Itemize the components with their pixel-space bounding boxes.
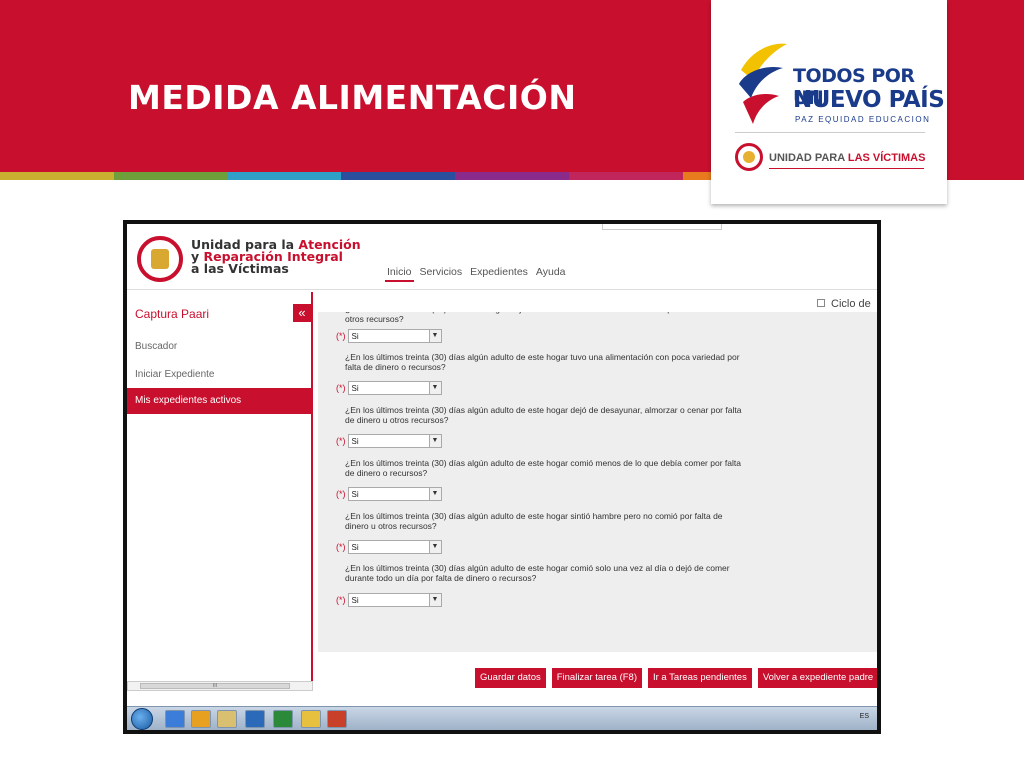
answer-select-3[interactable]: Si ▼ <box>347 434 442 448</box>
action-buttons: Guardar datos Finalizar tarea (F8) Ir a … <box>475 668 877 688</box>
slide: MEDIDA ALIMENTACIÓN TODOS POR UN NUEVO P… <box>0 0 1024 768</box>
sidebar-item-buscador[interactable]: Buscador <box>127 334 311 360</box>
question-1: ¿En los últimos treinta (30) días este h… <box>345 312 743 324</box>
select-value: Si <box>351 437 359 446</box>
media-player-icon[interactable] <box>191 710 211 728</box>
windows-taskbar: ES <box>127 706 877 730</box>
ciclo-link[interactable]: Ciclo de <box>817 298 871 310</box>
unidad-logo-text: UNIDAD PARA LAS VÍCTIMAS <box>769 152 925 164</box>
nav-inicio[interactable]: Inicio <box>385 266 414 282</box>
flag-swoosh-logo <box>739 43 787 124</box>
coat-of-arms-icon <box>137 236 183 282</box>
chevron-down-icon: ▼ <box>428 382 441 394</box>
answer-row-3: (*) Si ▼ <box>336 434 442 448</box>
unidad-bold: LAS VÍCTIMAS <box>847 152 926 164</box>
finish-task-button[interactable]: Finalizar tarea (F8) <box>551 668 642 688</box>
explorer-icon[interactable] <box>217 710 237 728</box>
logo-tagline: PAZ EQUIDAD EDUCACION <box>795 115 931 124</box>
system-tray: ES <box>859 713 869 720</box>
divider <box>735 132 925 133</box>
unidad-prefix: UNIDAD PARA <box>769 152 848 164</box>
tree-icon <box>817 299 825 307</box>
question-4: ¿En los últimos treinta (30) días algún … <box>345 458 741 478</box>
stripe-segment <box>113 172 228 180</box>
sidebar-header: Captura Paari « <box>127 304 313 326</box>
answer-select-2[interactable]: Si ▼ <box>347 381 442 395</box>
required-mark: (*) <box>336 331 346 341</box>
answer-row-6: (*) Si ▼ <box>336 593 442 607</box>
select-value: Si <box>351 596 359 605</box>
select-value: Si <box>351 332 359 341</box>
excel-icon[interactable] <box>273 710 293 728</box>
ciclo-label: Ciclo de <box>831 298 871 310</box>
back-to-parent-button[interactable]: Volver a expediente padre <box>757 668 877 688</box>
answer-row-1: (*) Si ▼ <box>336 329 442 343</box>
outlook-icon[interactable] <box>245 710 265 728</box>
required-mark: (*) <box>336 383 346 393</box>
answer-select-6[interactable]: Si ▼ <box>347 593 442 607</box>
screenshot-frame: Unidad para la Atención y Reparación Int… <box>123 220 881 734</box>
ie-icon[interactable] <box>165 710 185 728</box>
unidad-seal-icon <box>735 143 763 171</box>
required-mark: (*) <box>336 436 346 446</box>
logo-card: TODOS POR UN NUEVO PAÍS PAZ EQUIDAD EDUC… <box>711 0 947 204</box>
stripe-segment <box>227 172 342 180</box>
pending-tasks-button[interactable]: Ir a Tareas pendientes <box>647 668 752 688</box>
select-value: Si <box>351 490 359 499</box>
question-3: ¿En los últimos treinta (30) días algún … <box>345 405 742 425</box>
required-mark: (*) <box>336 595 346 605</box>
chevron-down-icon: ▼ <box>428 435 441 447</box>
answer-select-1[interactable]: Si ▼ <box>347 329 442 343</box>
select-value: Si <box>351 543 359 552</box>
main-nav: Inicio Servicios Expedientes Ayuda <box>385 266 568 282</box>
chevron-down-icon: ▼ <box>428 594 441 606</box>
org-name: Unidad para la Atención y Reparación Int… <box>191 238 361 276</box>
stripe-segment <box>341 172 456 180</box>
answer-row-4: (*) Si ▼ <box>336 487 442 501</box>
save-button[interactable]: Guardar datos <box>475 668 546 688</box>
top-tab <box>602 224 722 230</box>
chevron-down-icon: ▼ <box>428 488 441 500</box>
main-content: Ciclo de ¿En los últimos treinta (30) dí… <box>315 292 877 690</box>
stripe-segment <box>455 172 569 180</box>
start-button[interactable] <box>131 708 153 730</box>
collapse-sidebar-button[interactable]: « <box>293 304 311 322</box>
answer-select-4[interactable]: Si ▼ <box>347 487 442 501</box>
sidebar: Captura Paari « Buscador Iniciar Expedie… <box>127 292 313 690</box>
sidebar-item-iniciar-expediente[interactable]: Iniciar Expediente <box>127 362 311 388</box>
nav-ayuda[interactable]: Ayuda <box>534 266 568 282</box>
required-mark: (*) <box>336 542 346 552</box>
sidebar-item-mis-expedientes[interactable]: Mis expedientes activos <box>127 388 311 414</box>
sidebar-title: Captura Paari <box>135 307 210 321</box>
horizontal-scrollbar[interactable]: III <box>127 681 313 691</box>
question-6: ¿En los últimos treinta (30) días algún … <box>345 563 730 583</box>
nav-servicios[interactable]: Servicios <box>418 266 465 282</box>
stripe-segment <box>568 172 683 180</box>
answer-select-5[interactable]: Si ▼ <box>347 540 442 554</box>
powerpoint-icon[interactable] <box>327 710 347 728</box>
question-5: ¿En los últimos treinta (30) días algún … <box>345 511 723 531</box>
question-2: ¿En los últimos treinta (30) días algún … <box>345 352 740 372</box>
scrollbar-thumb[interactable]: III <box>140 683 290 689</box>
nav-expedientes[interactable]: Expedientes <box>468 266 530 282</box>
app-header: Unidad para la Atención y Reparación Int… <box>127 224 877 290</box>
chevron-down-icon: ▼ <box>428 541 441 553</box>
required-mark: (*) <box>336 489 346 499</box>
chevron-down-icon: ▼ <box>428 330 441 342</box>
paint-icon[interactable] <box>301 710 321 728</box>
divider <box>769 168 924 169</box>
questions-panel: ¿En los últimos treinta (30) días este h… <box>318 312 877 652</box>
app-window: Unidad para la Atención y Reparación Int… <box>127 224 877 730</box>
answer-row-2: (*) Si ▼ <box>336 381 442 395</box>
logo-line2: NUEVO PAÍS <box>793 87 945 113</box>
slide-title: MEDIDA ALIMENTACIÓN <box>128 78 577 117</box>
org-line3: a las Víctimas <box>191 261 289 276</box>
stripe-segment <box>0 172 114 180</box>
answer-row-5: (*) Si ▼ <box>336 540 442 554</box>
select-value: Si <box>351 384 359 393</box>
